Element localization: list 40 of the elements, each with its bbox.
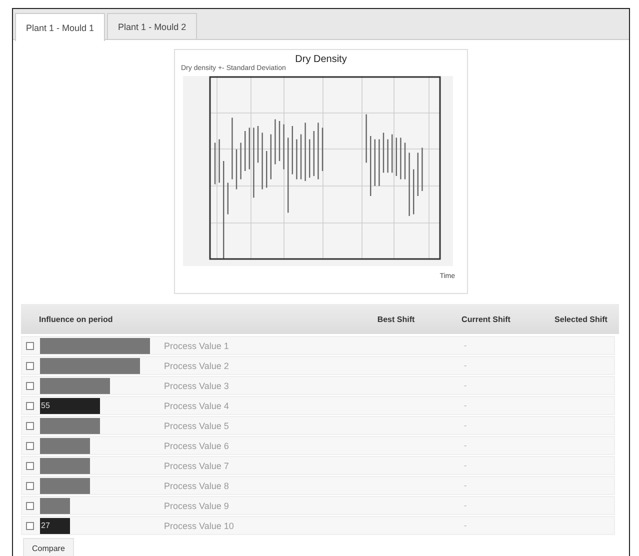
process-name: Process Value 7 [164, 460, 229, 470]
shift-value: - [464, 341, 468, 350]
checkbox[interactable] [26, 382, 34, 390]
column-header: Influence on period [38, 314, 114, 324]
checkbox[interactable] [26, 422, 34, 430]
process-name: Process Value 6 [164, 440, 229, 450]
process-name: Process Value 4 [164, 400, 229, 410]
process-name: Process Value 2 [164, 360, 229, 370]
column-header: Current Shift [460, 314, 512, 324]
checkbox[interactable] [26, 342, 34, 350]
process-name: Process Value 5 [164, 420, 229, 430]
shift-value: - [464, 381, 468, 390]
influence-bar: 55 [40, 398, 100, 414]
shift-value: - [464, 441, 468, 450]
checkbox[interactable] [26, 502, 34, 510]
shift-value: - [464, 421, 468, 430]
checkbox[interactable] [26, 462, 34, 470]
process-name: Process Value 10 [164, 520, 234, 530]
process-name: Process Value 9 [164, 500, 229, 510]
column-header: Best Shift [376, 314, 416, 324]
process-name: Process Value 8 [164, 480, 229, 490]
shift-value: - [464, 461, 468, 470]
shift-value: - [464, 521, 468, 530]
shift-value: - [464, 361, 468, 370]
checkbox[interactable] [26, 442, 34, 450]
shift-value: - [464, 501, 468, 510]
chart-title: Dry Density [295, 54, 347, 65]
shift-value: - [464, 481, 468, 490]
shift-value: - [464, 401, 468, 410]
checkbox[interactable] [26, 402, 34, 410]
process-name: Process Value 3 [164, 380, 229, 390]
tab[interactable]: Plant 1 - Mould 2 [107, 13, 198, 39]
checkbox[interactable] [26, 482, 34, 490]
column-header: Selected Shift [554, 314, 608, 324]
checkbox[interactable] [26, 362, 34, 370]
influence-bar: 27 [40, 518, 70, 534]
checkbox[interactable] [26, 522, 34, 530]
compare-button[interactable]: Compare [23, 538, 74, 556]
process-name: Process Value 1 [164, 340, 229, 350]
tab[interactable]: Plant 1 - Mould 1 [15, 13, 106, 41]
